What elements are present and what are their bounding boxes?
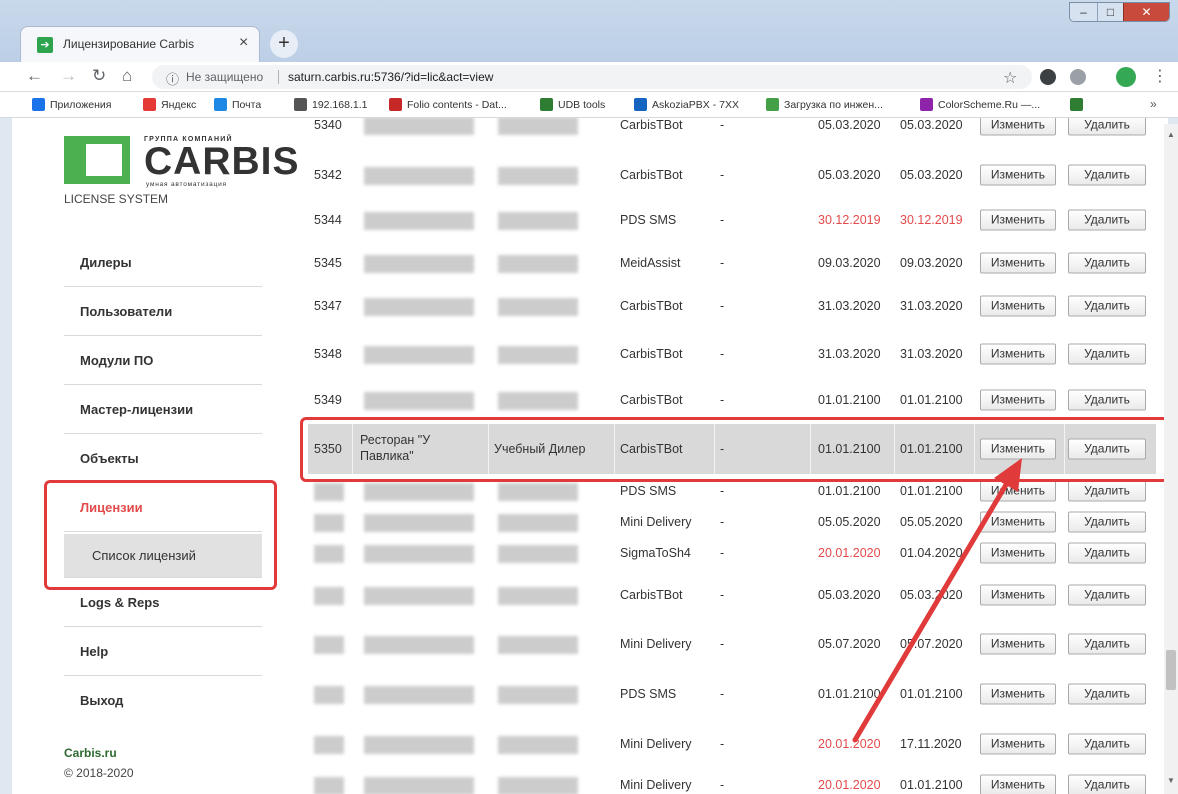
- annotation-arrow: [852, 458, 1022, 743]
- scrollbar-thumb[interactable]: [1166, 650, 1176, 690]
- page-scrollbar[interactable]: ▲ ▼: [1164, 124, 1178, 794]
- scroll-down-icon[interactable]: ▼: [1167, 776, 1175, 785]
- scroll-up-icon[interactable]: ▲: [1167, 130, 1175, 139]
